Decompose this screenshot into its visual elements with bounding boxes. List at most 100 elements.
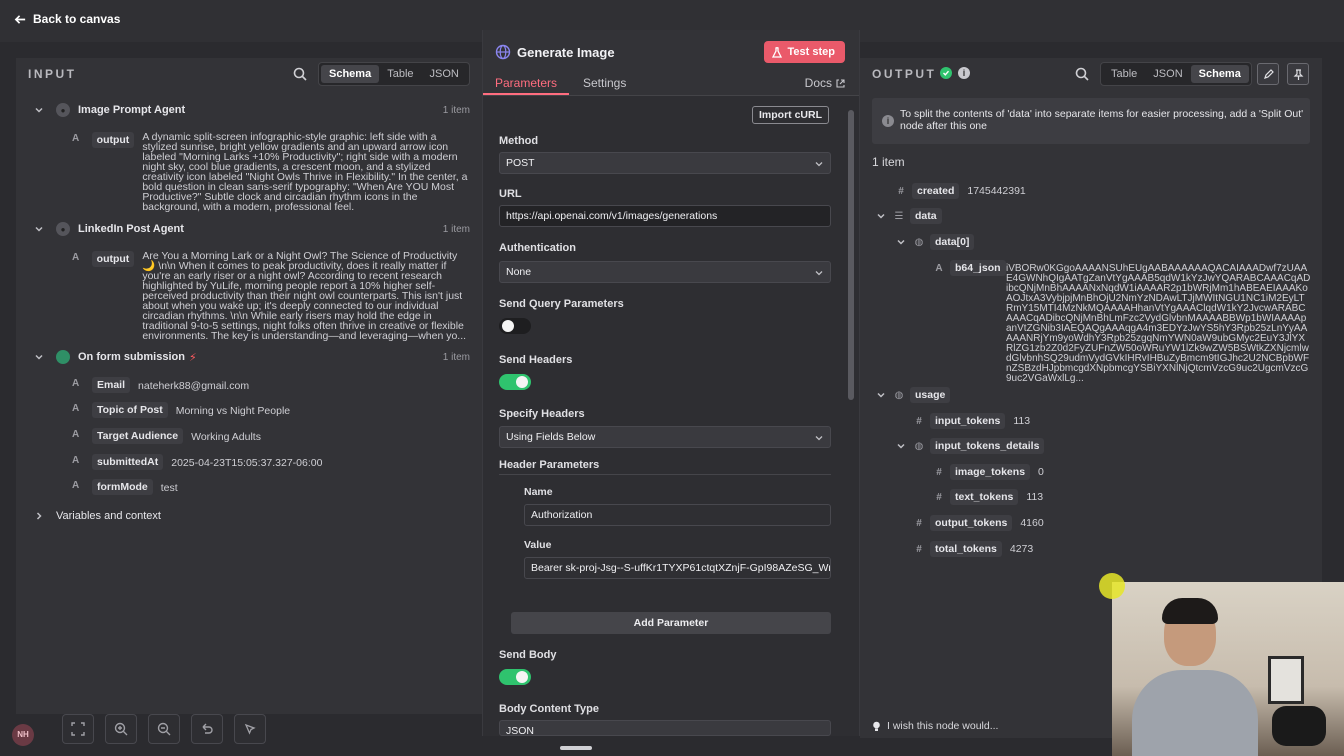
docs-link[interactable]: Docs bbox=[805, 76, 845, 90]
chevron-down-icon[interactable] bbox=[34, 224, 44, 234]
b64-json-value: iVBORw0KGgoAAAANSUhEUgAABAAAAAAQACAIAAAD… bbox=[1006, 263, 1311, 384]
add-parameter-button[interactable]: Add Parameter bbox=[511, 612, 831, 634]
output-tab-schema[interactable]: Schema bbox=[1190, 65, 1249, 83]
tree-key[interactable]: b64_json bbox=[950, 260, 1006, 276]
chevron-right-icon[interactable] bbox=[34, 511, 44, 521]
authentication-label: Authentication bbox=[499, 242, 576, 254]
variables-and-context[interactable]: Variables and context bbox=[34, 506, 470, 526]
string-type-icon: A bbox=[72, 133, 80, 144]
split-out-notice: i To split the contents of 'data' into s… bbox=[872, 98, 1310, 144]
search-icon[interactable] bbox=[292, 66, 308, 82]
zoom-in-button[interactable] bbox=[105, 714, 137, 744]
edit-output-button[interactable] bbox=[1257, 63, 1279, 85]
input-tab-schema[interactable]: Schema bbox=[321, 65, 380, 83]
input-header: INPUT Schema Table JSON bbox=[16, 58, 482, 90]
fit-view-button[interactable] bbox=[62, 714, 94, 744]
field-key[interactable]: formMode bbox=[92, 479, 153, 495]
search-icon[interactable] bbox=[1074, 66, 1090, 82]
node-item-count: 1 item bbox=[442, 223, 470, 235]
tree-key[interactable]: image_tokens bbox=[950, 464, 1031, 480]
output-tab-table[interactable]: Table bbox=[1103, 65, 1145, 83]
chevron-down-icon[interactable] bbox=[34, 352, 44, 362]
output-tab-json[interactable]: JSON bbox=[1145, 65, 1190, 83]
node-header: Generate Image Test step Parameters Sett… bbox=[483, 30, 859, 96]
field-key[interactable]: output bbox=[91, 251, 135, 267]
tree-key[interactable]: created bbox=[912, 183, 960, 199]
authentication-select[interactable]: None bbox=[499, 261, 831, 283]
tree-key[interactable]: input_tokens_details bbox=[930, 438, 1045, 454]
pan-tool-button[interactable] bbox=[234, 714, 266, 744]
field-value: A dynamic split-screen infographic-style… bbox=[142, 131, 468, 213]
tree-key[interactable]: total_tokens bbox=[930, 541, 1002, 557]
zoom-out-button[interactable] bbox=[148, 714, 180, 744]
chevron-down-icon bbox=[815, 271, 823, 276]
chevron-down-icon[interactable] bbox=[34, 105, 44, 115]
info-icon[interactable]: i bbox=[958, 67, 970, 79]
tab-parameters[interactable]: Parameters bbox=[495, 76, 557, 90]
number-type-icon: # bbox=[936, 491, 942, 503]
method-select[interactable]: POST bbox=[499, 152, 831, 174]
docs-label: Docs bbox=[804, 76, 832, 90]
field-key[interactable]: submittedAt bbox=[92, 454, 164, 470]
tree-key[interactable]: output_tokens bbox=[930, 515, 1013, 531]
send-body-toggle[interactable] bbox=[499, 669, 531, 685]
input-title: INPUT bbox=[28, 67, 77, 81]
form-icon bbox=[56, 350, 70, 364]
back-to-canvas-button[interactable]: Back to canvas bbox=[14, 12, 120, 26]
fit-view-icon bbox=[71, 722, 85, 736]
test-step-button[interactable]: Test step bbox=[763, 41, 845, 63]
wall-picture bbox=[1268, 656, 1304, 704]
chevron-down-icon[interactable] bbox=[896, 237, 906, 247]
tree-key[interactable]: text_tokens bbox=[950, 489, 1019, 505]
field-target-audience: A Target Audience Working Adults bbox=[72, 428, 470, 446]
node-on-form-submission[interactable]: On form submission ⚡ 1 item bbox=[34, 347, 470, 367]
specify-headers-select[interactable]: Using Fields Below bbox=[499, 426, 831, 448]
tree-output-tokens: # output_tokens 4160 bbox=[912, 515, 1044, 531]
external-link-icon bbox=[836, 78, 845, 88]
url-input[interactable]: https://api.openai.com/v1/images/generat… bbox=[499, 205, 831, 227]
flask-icon bbox=[771, 46, 782, 58]
number-type-icon: # bbox=[936, 466, 942, 478]
body-content-type-value: JSON bbox=[506, 725, 535, 736]
scrollbar-thumb[interactable] bbox=[848, 110, 854, 400]
test-step-label: Test step bbox=[787, 46, 835, 58]
tree-key[interactable]: data[0] bbox=[930, 234, 975, 250]
feedback-link[interactable]: I wish this node would... bbox=[872, 720, 998, 732]
tree-input-tokens: # input_tokens 113 bbox=[912, 413, 1030, 429]
robot-icon: ● bbox=[56, 222, 70, 236]
string-type-icon: A bbox=[72, 403, 80, 414]
undo-button[interactable] bbox=[191, 714, 223, 744]
tree-key[interactable]: usage bbox=[910, 387, 951, 403]
tree-key[interactable]: data bbox=[910, 208, 942, 224]
tree-total-tokens: # total_tokens 4273 bbox=[912, 541, 1033, 557]
webcam-overlay bbox=[1112, 582, 1344, 756]
chevron-down-icon[interactable] bbox=[876, 390, 886, 400]
send-query-label: Send Query Parameters bbox=[499, 298, 624, 310]
scrollbar[interactable] bbox=[847, 100, 855, 728]
number-type-icon: # bbox=[916, 517, 922, 529]
import-curl-button[interactable]: Import cURL bbox=[752, 106, 829, 124]
field-key[interactable]: Email bbox=[92, 377, 131, 393]
send-headers-toggle[interactable] bbox=[499, 374, 531, 390]
notice-text: To split the contents of 'data' into sep… bbox=[900, 108, 1304, 132]
tree-key[interactable]: input_tokens bbox=[930, 413, 1006, 429]
body-content-type-select[interactable]: JSON bbox=[499, 720, 831, 736]
node-image-prompt-agent[interactable]: ● Image Prompt Agent 1 item bbox=[34, 100, 470, 120]
header-name-input[interactable]: Authorization bbox=[524, 504, 831, 526]
output-title: OUTPUT bbox=[872, 67, 937, 81]
chevron-down-icon[interactable] bbox=[896, 441, 906, 451]
field-key[interactable]: output bbox=[91, 132, 135, 148]
tab-settings[interactable]: Settings bbox=[583, 76, 626, 90]
send-headers-label: Send Headers bbox=[499, 354, 573, 366]
header-value-input[interactable]: Bearer sk-proj-Jsg--S-uffKr1TYXP61ctqtXZ… bbox=[524, 557, 831, 579]
node-linkedin-post-agent[interactable]: ● LinkedIn Post Agent 1 item bbox=[34, 219, 470, 239]
send-query-toggle[interactable] bbox=[499, 318, 531, 334]
field-key[interactable]: Target Audience bbox=[92, 428, 184, 444]
field-key[interactable]: Topic of Post bbox=[92, 402, 168, 418]
input-tab-table[interactable]: Table bbox=[379, 65, 421, 83]
avatar[interactable]: NH bbox=[12, 724, 34, 746]
pin-output-button[interactable] bbox=[1287, 63, 1309, 85]
input-tab-json[interactable]: JSON bbox=[422, 65, 467, 83]
number-type-icon: # bbox=[898, 185, 904, 197]
chevron-down-icon[interactable] bbox=[876, 211, 886, 221]
